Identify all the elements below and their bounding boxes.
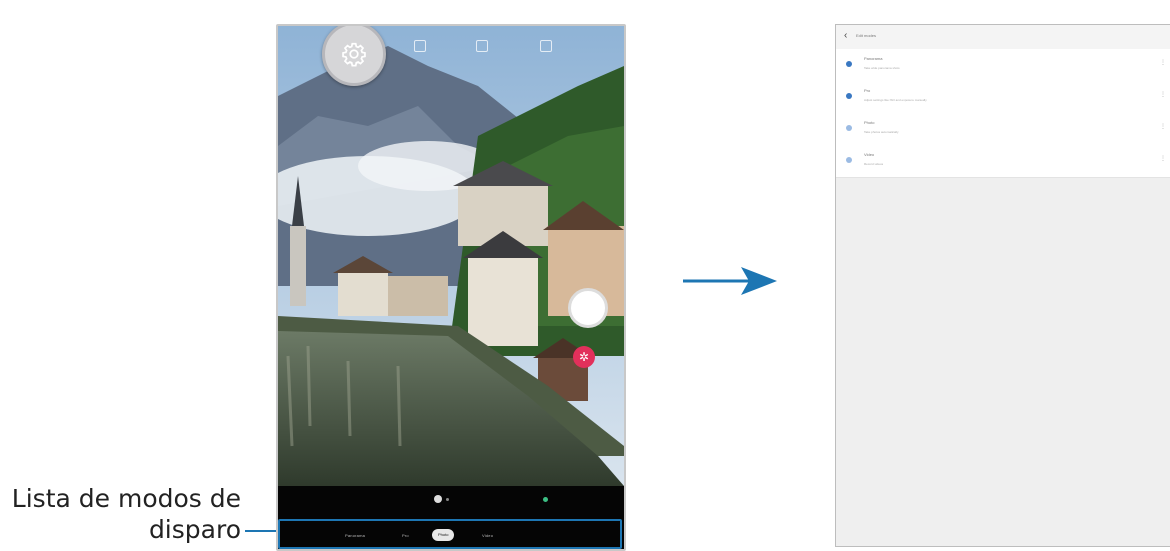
toggle-indicator-icon[interactable] (846, 93, 852, 99)
drag-handle-icon[interactable]: ⋮ (1160, 91, 1166, 98)
mode-pro[interactable]: Pro (402, 533, 409, 538)
effects-icon[interactable]: ✲ (573, 346, 595, 368)
mode-item-title: Photo (864, 120, 875, 125)
settings-header: ‹ Edit modes (836, 25, 1170, 49)
mode-panorama[interactable]: Panorama (345, 533, 365, 538)
callout-label-line-2: disparo (148, 515, 241, 544)
toggle-indicator-icon[interactable] (846, 61, 852, 67)
callout-leader-line (245, 530, 277, 532)
status-dot-icon (543, 497, 548, 502)
shooting-mode-list[interactable]: Panorama Pro Photo Video (278, 519, 622, 549)
mode-video[interactable]: Video (482, 533, 493, 538)
zoom-indicator-icon[interactable] (446, 498, 449, 501)
timer-icon[interactable] (476, 40, 488, 52)
toggle-indicator-icon[interactable] (846, 157, 852, 163)
drag-handle-icon[interactable]: ⋮ (1160, 123, 1166, 130)
camera-viewfinder[interactable]: ✲ (278, 26, 624, 486)
drag-handle-icon[interactable]: ⋮ (1160, 59, 1166, 66)
mode-item-description: Adjust settings like ISO and exposure ma… (864, 98, 927, 102)
gear-icon (342, 42, 366, 67)
mode-item-title: Pro (864, 88, 871, 93)
mode-photo-selected[interactable]: Photo (432, 529, 455, 541)
mode-item-title: Video (864, 152, 875, 157)
list-item[interactable]: Pro Adjust settings like ISO and exposur… (836, 81, 1170, 113)
list-item[interactable]: Panorama Take wide panorama shots ⋮ (836, 49, 1170, 81)
callout-label-line-1: Lista de modos de (11, 484, 241, 513)
list-item[interactable]: Video Record videos ⋮ (836, 145, 1170, 177)
flash-icon[interactable] (414, 40, 426, 52)
lens-switch-icon[interactable] (434, 495, 442, 503)
ratio-icon[interactable] (540, 40, 552, 52)
settings-button[interactable] (322, 26, 386, 86)
mode-list: Panorama Take wide panorama shots ⋮ Pro … (836, 49, 1170, 178)
settings-title: Edit modes (856, 33, 877, 38)
mode-item-description: Take photos automatically (864, 130, 899, 134)
chevron-left-icon[interactable]: ‹ (844, 30, 847, 41)
right-arrow-icon (683, 267, 777, 295)
list-item[interactable]: Photo Take photos automatically ⋮ (836, 113, 1170, 145)
mode-item-description: Record videos (864, 162, 884, 166)
camera-screen: ✲ Panorama Pro Photo Video (276, 24, 626, 551)
shutter-button[interactable] (568, 288, 608, 328)
mode-item-description: Take wide panorama shots (864, 66, 900, 70)
edit-modes-screen: ‹ Edit modes Panorama Take wide panorama… (835, 24, 1170, 547)
mode-item-title: Panorama (864, 56, 883, 61)
drag-handle-icon[interactable]: ⋮ (1160, 155, 1166, 162)
shooting-mode-list-callout: Lista de modos de disparo (0, 483, 241, 545)
toggle-indicator-icon[interactable] (846, 125, 852, 131)
